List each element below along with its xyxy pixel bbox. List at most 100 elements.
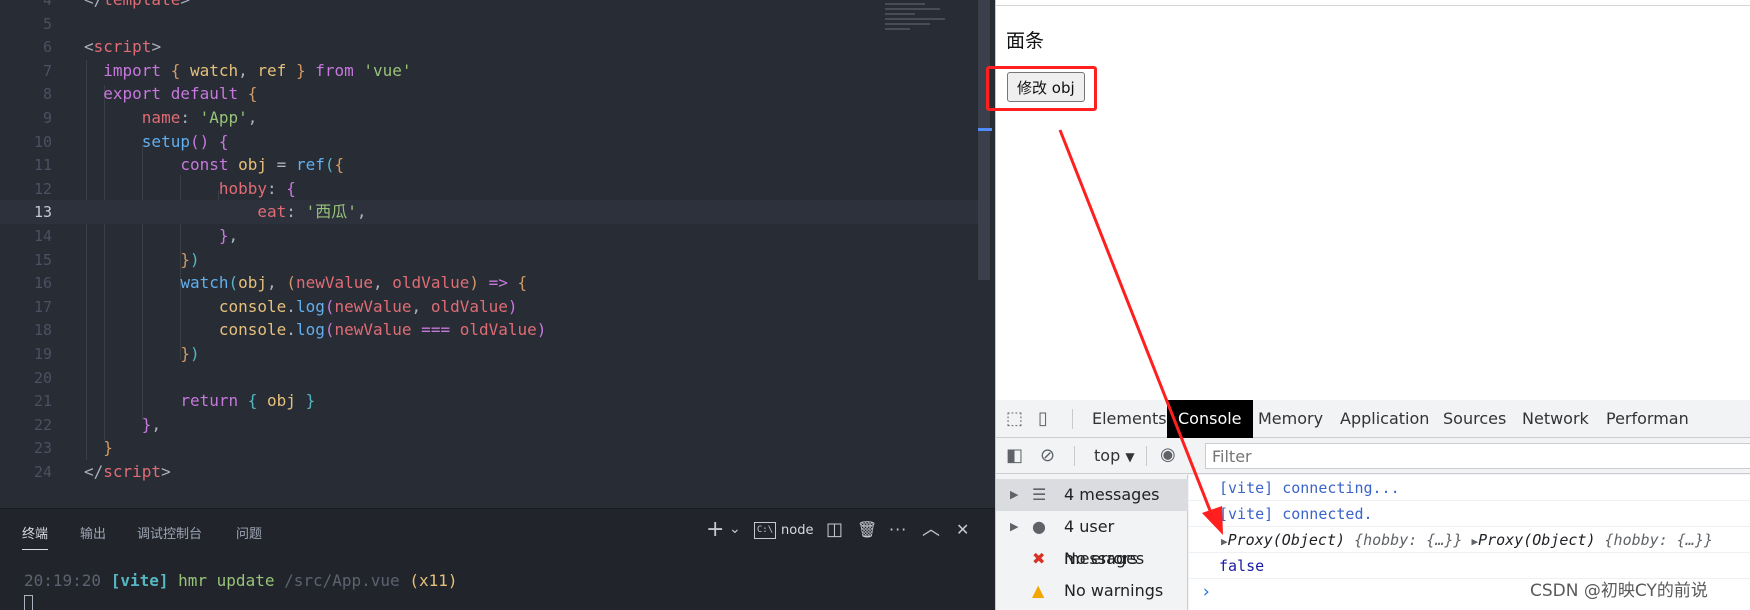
- tab-network[interactable]: Network: [1511, 400, 1600, 438]
- code-line[interactable]: 22 },: [0, 413, 980, 437]
- code-text: setup() {: [84, 131, 229, 151]
- code-text: const obj = ref({: [84, 155, 345, 175]
- proxy-object-detail: {hobby: {…}}: [1604, 531, 1713, 549]
- code-line[interactable]: 16 watch(obj, (newValue, oldValue) => {: [0, 271, 980, 295]
- browser-viewport: 面条 修改 obj: [995, 0, 1750, 400]
- proxy-object[interactable]: Proxy(Object): [1228, 531, 1354, 549]
- code-text: }: [84, 438, 113, 458]
- shell-icon: C:\: [754, 522, 776, 539]
- code-line[interactable]: 20: [0, 366, 980, 390]
- line-number: 5: [42, 14, 52, 33]
- tab-console[interactable]: Console: [1167, 400, 1253, 438]
- tab-problems[interactable]: 问题: [236, 523, 262, 542]
- code-text: console.log(newValue === oldValue): [84, 320, 547, 340]
- tab-terminal[interactable]: 终端: [22, 523, 49, 550]
- list-icon: ☰: [1032, 485, 1047, 504]
- toolbar-separator: [1146, 446, 1147, 466]
- tab-application[interactable]: Application: [1329, 400, 1440, 438]
- code-text: return { obj }: [84, 391, 316, 411]
- sidebar-item-label: 4 messages: [1064, 485, 1160, 504]
- expand-arrow-icon[interactable]: ▶: [1221, 535, 1228, 548]
- code-text: watch(obj, (newValue, oldValue) => {: [84, 273, 528, 293]
- code-line[interactable]: 13 eat: '西瓜',: [0, 200, 980, 227]
- shell-label[interactable]: node: [781, 523, 813, 538]
- code-line[interactable]: 21 return { obj }: [0, 389, 980, 413]
- code-text: eat: '西瓜',: [84, 200, 968, 227]
- minimap[interactable]: [885, 0, 975, 60]
- toolbar-separator: [1074, 446, 1075, 466]
- code-line[interactable]: 18 console.log(newValue === oldValue): [0, 318, 980, 342]
- line-number: 12: [33, 179, 52, 198]
- sidebar-item-errors[interactable]: ✖ No errors: [996, 543, 1188, 575]
- line-number: 4: [42, 0, 52, 9]
- sidebar-item-label: No errors: [1064, 549, 1138, 568]
- code-line[interactable]: 11 const obj = ref({: [0, 153, 980, 177]
- maximize-panel-icon[interactable]: ︿: [922, 520, 940, 540]
- tab-performance[interactable]: Performan: [1595, 400, 1700, 438]
- add-terminal-icon[interactable]: +: [706, 519, 724, 541]
- device-toolbar-icon[interactable]: ▯: [1038, 409, 1048, 429]
- code-line[interactable]: 12 hobby: {: [0, 177, 980, 201]
- sidebar-item-user-messages[interactable]: ▶ ● 4 user messages: [996, 511, 1188, 568]
- clear-console-icon[interactable]: ⊘: [1040, 446, 1055, 466]
- code-text: console.log(newValue, oldValue): [84, 296, 518, 316]
- terminal-panel: 终端 输出 调试控制台 问题 + ⌄ C:\ node ◫ 🗑 ··· ︿ ✕ …: [0, 508, 995, 610]
- tab-sources[interactable]: Sources: [1432, 400, 1517, 438]
- code-line[interactable]: 19 }): [0, 342, 980, 366]
- sidebar-toggle-icon[interactable]: ◧: [1006, 446, 1023, 466]
- close-panel-icon[interactable]: ✕: [956, 520, 969, 540]
- user-icon: ●: [1032, 517, 1046, 536]
- code-text: hobby: {: [84, 178, 296, 198]
- line-number: 14: [33, 227, 52, 245]
- line-number: 15: [33, 250, 52, 269]
- dropdown-arrow-icon: ▼: [1125, 450, 1135, 464]
- line-number: 19: [33, 345, 52, 363]
- line-number: 7: [42, 61, 52, 80]
- page-top-border: [996, 0, 1750, 6]
- eye-icon[interactable]: ◉: [1160, 445, 1176, 465]
- code-line[interactable]: 7 import { watch, ref } from 'vue': [0, 59, 980, 83]
- context-selector[interactable]: top ▼: [1094, 446, 1135, 465]
- code-line[interactable]: 24 </script>: [0, 460, 980, 484]
- code-text: },: [84, 414, 162, 434]
- proxy-object[interactable]: Proxy(Object): [1478, 531, 1604, 549]
- more-actions-icon[interactable]: ···: [889, 520, 907, 540]
- tab-separator: [1072, 409, 1073, 429]
- code-text: },: [84, 226, 239, 245]
- warning-icon: ▲: [1032, 581, 1045, 600]
- code-line[interactable]: 14 },: [0, 224, 980, 248]
- tab-elements[interactable]: Elements: [1081, 400, 1178, 438]
- inspect-element-icon[interactable]: ⬚: [1006, 409, 1023, 429]
- console-log-line: [vite] connected.: [1189, 501, 1750, 527]
- code-line[interactable]: 6 <script>: [0, 35, 980, 59]
- code-line[interactable]: 4 </template>: [0, 0, 980, 12]
- code-line[interactable]: 15 }): [0, 248, 980, 272]
- code-line[interactable]: 10 setup() {: [0, 130, 980, 154]
- code-line[interactable]: 5: [0, 12, 980, 36]
- line-number: 16: [33, 274, 52, 293]
- sidebar-item-warnings[interactable]: ▲ No warnings: [996, 575, 1188, 607]
- line-number: 24: [33, 463, 52, 481]
- code-editor[interactable]: 4</template>56<script>7 import { watch, …: [0, 0, 995, 508]
- terminal-cursor: [24, 595, 33, 610]
- line-number: 13: [33, 203, 52, 222]
- line-number: 18: [33, 321, 52, 340]
- code-line[interactable]: 23 }: [0, 436, 980, 460]
- terminal-count: (x11): [399, 571, 458, 590]
- code-text: import { watch, ref } from 'vue': [84, 60, 412, 80]
- code-text: <script>: [84, 37, 162, 57]
- tab-memory[interactable]: Memory: [1247, 400, 1334, 438]
- tab-output[interactable]: 输出: [80, 523, 106, 542]
- code-line[interactable]: 17 console.log(newValue, oldValue): [0, 295, 980, 319]
- trash-icon[interactable]: 🗑: [857, 520, 877, 540]
- split-terminal-icon[interactable]: ◫: [826, 520, 843, 540]
- code-line[interactable]: 8 export default {: [0, 82, 980, 106]
- devtools-tab-bar: ⬚ ▯ Elements Console Memory Application …: [996, 400, 1750, 438]
- code-line[interactable]: 9 name: 'App',: [0, 106, 980, 130]
- console-log-line: ▶Proxy(Object) {hobby: {…}} ▶Proxy(Objec…: [1189, 527, 1750, 553]
- sidebar-item-messages[interactable]: ▶ ☰ 4 messages: [996, 479, 1188, 511]
- editor-scrollbar[interactable]: [978, 0, 990, 280]
- tab-debug-console[interactable]: 调试控制台: [137, 523, 202, 542]
- chevron-down-icon[interactable]: ⌄: [729, 519, 741, 539]
- console-filter-input[interactable]: [1205, 443, 1750, 469]
